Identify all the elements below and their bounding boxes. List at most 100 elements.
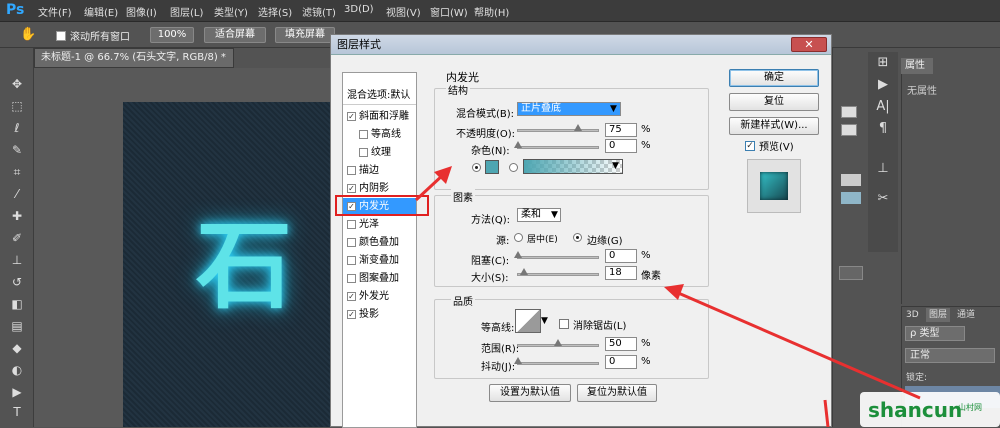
glow-color-swatch[interactable] (485, 160, 499, 174)
reset-default-button[interactable]: 复位为默认值 (577, 384, 657, 402)
properties-tab[interactable]: 属性 (901, 58, 933, 74)
chevron-down-icon[interactable]: ▼ (612, 161, 619, 171)
eyedropper-tool-icon[interactable]: ⁄ (7, 186, 27, 202)
lasso-tool-icon[interactable]: ℓ (7, 120, 27, 136)
preview-checkbox[interactable] (745, 139, 755, 152)
brush-tool-icon[interactable]: ✐ (7, 230, 27, 246)
style-item[interactable]: 渐变叠加 (343, 252, 416, 270)
new-style-button[interactable]: 新建样式(W)... (729, 117, 819, 135)
style-checkbox[interactable] (347, 237, 356, 247)
style-item[interactable]: 投影 (343, 306, 416, 324)
history-icon[interactable]: ⊞ (873, 54, 893, 72)
dodge-tool-icon[interactable]: ◐ (7, 362, 27, 378)
style-checkbox[interactable] (347, 201, 356, 211)
noise-slider[interactable] (514, 141, 599, 149)
style-item[interactable]: 斜面和浮雕 (343, 108, 416, 126)
size-slider-knob[interactable] (519, 268, 528, 275)
gradient-radio[interactable] (509, 163, 518, 172)
noise-input[interactable]: 0 (605, 139, 637, 153)
size-slider[interactable] (517, 268, 599, 276)
style-checkbox[interactable] (347, 111, 356, 121)
scroll-all-checkbox[interactable] (56, 29, 66, 42)
crop-tool-icon[interactable]: ⌗ (7, 164, 27, 180)
style-item[interactable]: 纹理 (343, 144, 416, 162)
fit-screen-button[interactable]: 适合屏幕 (204, 27, 266, 43)
opacity-slider[interactable] (517, 124, 599, 132)
swatch-white[interactable] (841, 124, 857, 136)
noise-slider-knob[interactable] (514, 141, 522, 148)
menu-item[interactable]: 窗口(W) (430, 4, 468, 19)
path-select-tool-icon[interactable]: ▶ (7, 384, 27, 400)
style-checkbox[interactable] (359, 129, 368, 139)
style-checkbox[interactable] (359, 147, 368, 157)
range-slider[interactable] (517, 339, 599, 347)
menu-item[interactable]: 文件(F) (38, 4, 72, 19)
set-default-button[interactable]: 设置为默认值 (489, 384, 571, 402)
style-item[interactable]: 内阴影 (343, 180, 416, 198)
menu-item[interactable]: 编辑(E) (84, 4, 118, 19)
tab-3d[interactable]: 3D (903, 308, 922, 322)
style-checkbox[interactable] (347, 219, 356, 229)
tab-channels[interactable]: 通道 (954, 308, 978, 322)
chevron-down-icon[interactable]: ▼ (541, 316, 548, 326)
tools-preset-icon[interactable]: ✂ (873, 190, 893, 208)
marquee-tool-icon[interactable]: ⬚ (7, 98, 27, 114)
document-tab[interactable]: 未标题-1 @ 66.7% (石头文字, RGB/8) * (34, 48, 234, 68)
menu-item[interactable]: 3D(D) (344, 4, 374, 15)
style-item[interactable]: 描边 (343, 162, 416, 180)
menu-item[interactable]: 图像(I) (126, 4, 157, 19)
contour-preview[interactable] (515, 309, 541, 333)
history-brush-tool-icon[interactable]: ↺ (7, 274, 27, 290)
swatch-white[interactable] (841, 106, 857, 118)
layer-kind-filter[interactable]: ρ 类型 (905, 326, 965, 341)
zoom-100-button[interactable]: 100% (150, 27, 194, 43)
play-icon[interactable]: ▶ (873, 76, 893, 94)
jitter-slider[interactable] (514, 357, 599, 365)
antialias-checkbox[interactable] (559, 317, 569, 330)
style-item[interactable]: 颜色叠加 (343, 234, 416, 252)
fill-screen-button[interactable]: 填充屏幕 (275, 27, 335, 43)
style-item[interactable]: 内发光 (343, 198, 416, 216)
quick-select-tool-icon[interactable]: ✎ (7, 142, 27, 158)
size-input[interactable]: 18 (605, 266, 637, 280)
source-edge-radio[interactable] (573, 233, 582, 242)
style-checkbox[interactable] (347, 183, 356, 193)
close-button[interactable]: ✕ (791, 37, 827, 52)
style-checkbox[interactable] (347, 291, 356, 301)
opacity-slider-knob[interactable] (574, 124, 582, 131)
paragraph-icon[interactable]: ¶ (873, 120, 893, 138)
character-panel-icon[interactable]: A| (873, 98, 893, 116)
blend-mode-select[interactable]: 正片叠底 (517, 102, 621, 116)
stamp-icon[interactable]: ⊥ (873, 160, 893, 178)
hand-tool-icon[interactable]: ✋ (20, 27, 36, 42)
chevron-down-icon[interactable]: ▼ (551, 210, 558, 220)
choke-slider[interactable] (514, 251, 599, 259)
style-item[interactable]: 外发光 (343, 288, 416, 306)
eraser-tool-icon[interactable]: ◧ (7, 296, 27, 312)
menu-item[interactable]: 滤镜(T) (302, 4, 336, 19)
choke-input[interactable]: 0 (605, 249, 637, 263)
healing-brush-tool-icon[interactable]: ✚ (7, 208, 27, 224)
gradient-swatch[interactable] (523, 159, 623, 174)
style-checkbox[interactable] (347, 309, 356, 319)
opacity-input[interactable]: 75 (605, 123, 637, 137)
range-input[interactable]: 50 (605, 337, 637, 351)
menu-item[interactable]: 选择(S) (258, 4, 292, 19)
solid-color-radio[interactable] (472, 163, 481, 172)
clone-stamp-tool-icon[interactable]: ⊥ (7, 252, 27, 268)
tab-layers[interactable]: 图层 (926, 308, 951, 322)
gradient-tool-icon[interactable]: ▤ (7, 318, 27, 334)
style-checkbox[interactable] (347, 255, 356, 265)
jitter-slider-knob[interactable] (514, 357, 522, 364)
jitter-input[interactable]: 0 (605, 355, 637, 369)
style-checkbox[interactable] (347, 165, 356, 175)
menu-item[interactable]: 类型(Y) (214, 4, 248, 19)
reset-button[interactable]: 复位 (729, 93, 819, 111)
style-item[interactable]: 图案叠加 (343, 270, 416, 288)
blur-tool-icon[interactable]: ◆ (7, 340, 27, 356)
layer-blend-mode[interactable]: 正常 (905, 348, 995, 363)
dropdown-stub[interactable] (839, 266, 863, 280)
move-tool-icon[interactable]: ✥ (7, 76, 27, 92)
style-item[interactable]: 光泽 (343, 216, 416, 234)
chevron-down-icon[interactable]: ▼ (610, 104, 617, 114)
